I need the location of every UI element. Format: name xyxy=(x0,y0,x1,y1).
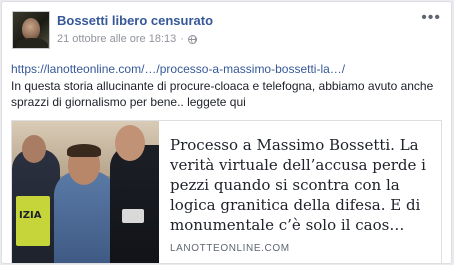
globe-icon xyxy=(187,34,197,44)
link-preview-title[interactable]: Processo a Massimo Bossetti. La verità v… xyxy=(170,135,432,235)
avatar-shoulders xyxy=(16,38,48,48)
image-right-officer-head xyxy=(115,125,145,161)
post-meta: 21 ottobre alle ore 18:13 · xyxy=(57,33,197,45)
author-name[interactable]: Bossetti libero censurato xyxy=(57,13,213,28)
more-options-icon[interactable]: ••• xyxy=(421,10,441,26)
feed-post: Bossetti libero censurato 21 ottobre all… xyxy=(1,1,452,264)
post-link[interactable]: https://lanotteonline.com/…/processo-a-m… xyxy=(11,62,345,76)
link-preview-domain: LANOTTEONLINE.COM xyxy=(170,243,290,254)
image-badge xyxy=(122,209,144,223)
image-vest-text: IZIA xyxy=(19,210,42,221)
meta-separator: · xyxy=(180,33,184,45)
image-left-officer-head xyxy=(22,135,46,163)
image-police-vest: IZIA xyxy=(16,196,50,246)
image-center-man-hair xyxy=(67,144,101,157)
author-avatar[interactable] xyxy=(12,11,50,49)
image-right-officer xyxy=(110,145,159,263)
link-preview-card[interactable]: IZIA Processo a Massimo Bossetti. La ver… xyxy=(11,120,442,263)
link-preview-image[interactable]: IZIA xyxy=(12,121,159,263)
avatar-face xyxy=(22,18,40,40)
post-text: In questa storia allucinante di procure-… xyxy=(11,79,434,109)
post-timestamp[interactable]: 21 ottobre alle ore 18:13 xyxy=(57,33,176,45)
